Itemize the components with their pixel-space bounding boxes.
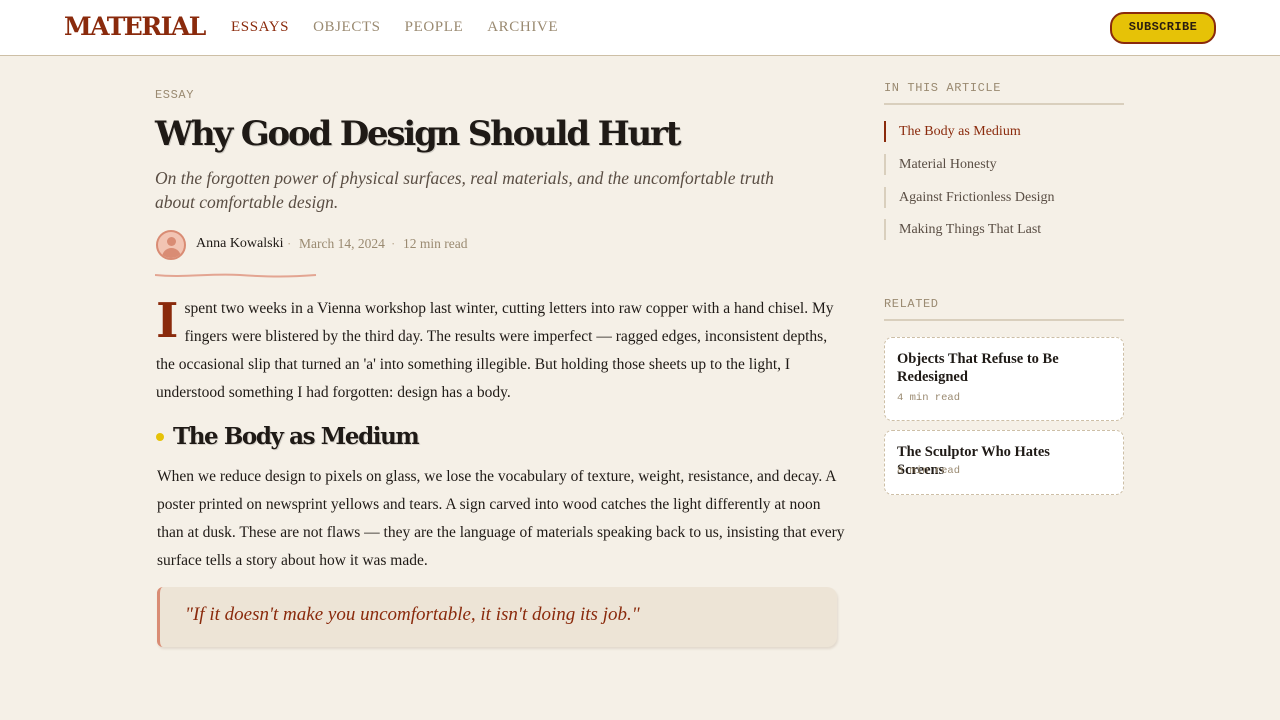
read-time: 12 min read xyxy=(403,236,468,251)
article-category[interactable]: ESSAY xyxy=(155,88,194,102)
dot-icon xyxy=(156,433,164,441)
main-nav: ESSAYS OBJECTS PEOPLE ARCHIVE xyxy=(231,19,582,36)
related-heading: RELATED xyxy=(884,297,1124,321)
related-article-read-time: 4 min read xyxy=(897,392,961,404)
nav-objects[interactable]: OBJECTS xyxy=(313,19,381,36)
toc-item-making-things-that-last[interactable]: Making Things That Last xyxy=(884,219,1124,240)
article-title: Why Good Design Should Hurt xyxy=(155,114,681,154)
related-article-read-time: 8 min read xyxy=(897,465,961,477)
drop-cap: I xyxy=(156,293,179,349)
pull-quote: "If it doesn't make you uncomfortable, i… xyxy=(157,587,837,647)
body-paragraph: Ispent two weeks in a Vienna workshop la… xyxy=(156,295,846,407)
article-subtitle: On the forgotten power of physical surfa… xyxy=(155,168,774,212)
related-article-title: Objects That Refuse to Be Redesigned xyxy=(897,351,1059,385)
byline: Anna Kowalski · March 14, 2024 · 12 min … xyxy=(156,230,556,260)
section-heading-text: The Body as Medium xyxy=(173,423,420,450)
pull-quote-text: "If it doesn't make you uncomfortable, i… xyxy=(185,604,640,625)
nav-archive[interactable]: ARCHIVE xyxy=(487,19,558,36)
paragraph-text: spent two weeks in a Vienna workshop las… xyxy=(156,300,834,401)
user-avatar-icon[interactable] xyxy=(156,230,186,260)
meta-separator: · xyxy=(391,236,396,251)
nav-essays[interactable]: ESSAYS xyxy=(231,19,289,36)
toc-item-material-honesty[interactable]: Material Honesty xyxy=(884,154,1124,175)
related-article-card[interactable]: The Sculptor Who Hates Screens 8 min rea… xyxy=(884,430,1124,495)
author-name[interactable]: Anna Kowalski xyxy=(196,236,284,252)
body-paragraph: When we reduce design to pixels on glass… xyxy=(157,468,845,569)
decorative-squiggle-divider xyxy=(155,273,317,278)
section-heading: The Body as Medium xyxy=(156,421,556,453)
toc-item-against-frictionless-design[interactable]: Against Frictionless Design xyxy=(884,187,1124,208)
nav-people[interactable]: PEOPLE xyxy=(405,19,464,36)
publish-date: March 14, 2024 xyxy=(299,236,385,251)
toc-item-body-as-medium[interactable]: The Body as Medium xyxy=(884,121,1124,142)
meta-separator: · xyxy=(287,236,292,251)
toc-heading: IN THIS ARTICLE xyxy=(884,81,1124,105)
subscribe-button[interactable]: SUBSCRIBE xyxy=(1110,12,1216,44)
related-article-card[interactable]: Objects That Refuse to Be Redesigned 4 m… xyxy=(884,337,1124,421)
top-navigation-bar: MATERIAL ESSAYS OBJECTS PEOPLE ARCHIVE S… xyxy=(0,0,1280,56)
brand-logo[interactable]: MATERIAL xyxy=(64,12,206,41)
